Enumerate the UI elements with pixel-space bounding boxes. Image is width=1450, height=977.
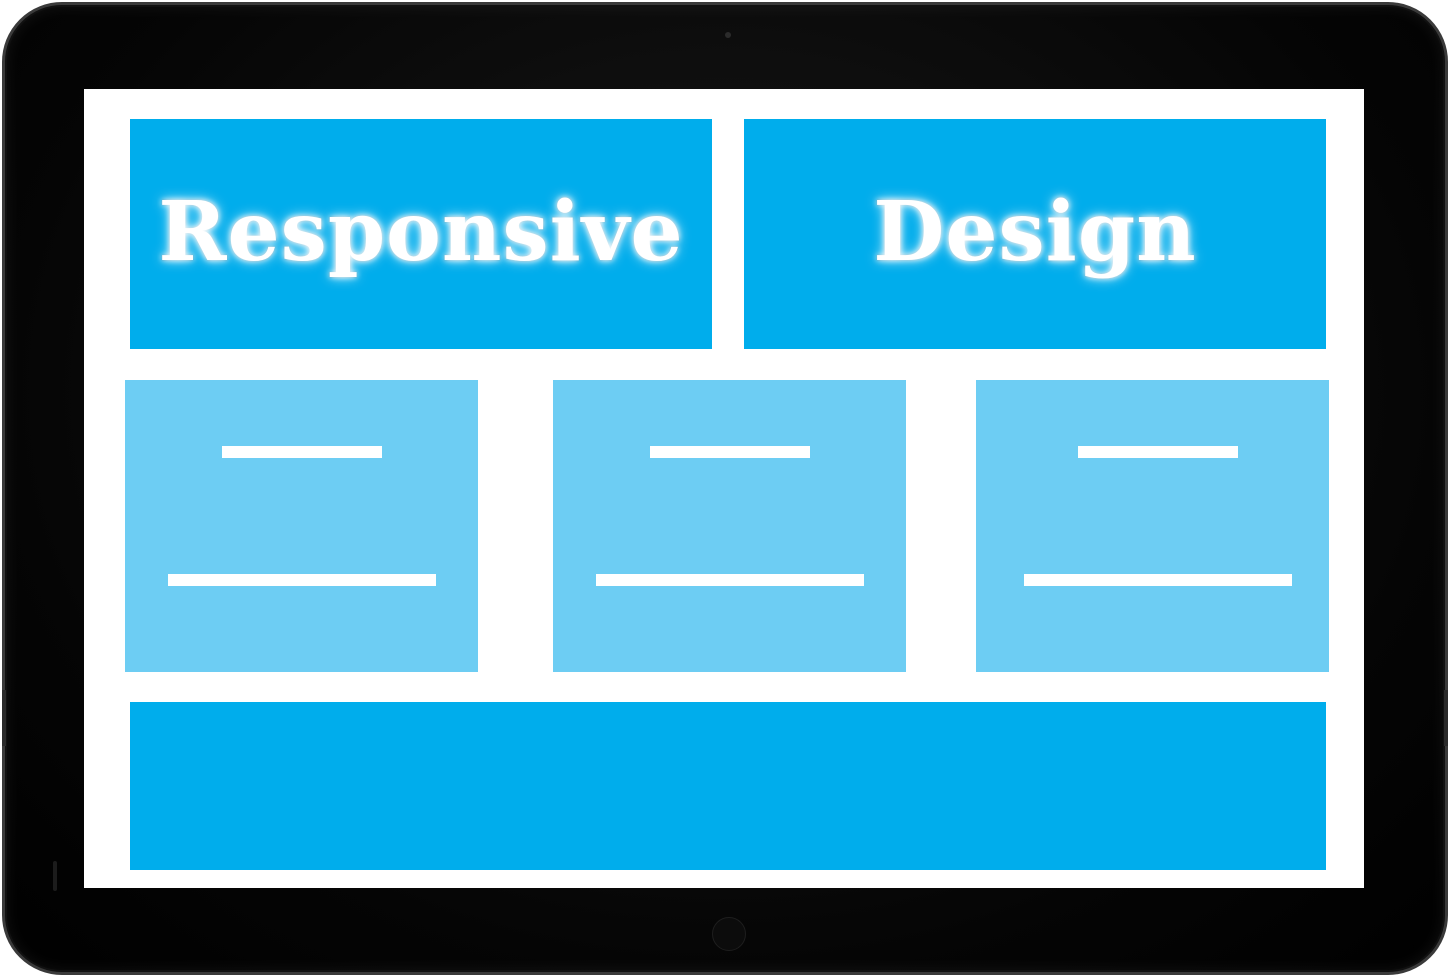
side-button-left <box>2 690 6 746</box>
hero-word-design: Design <box>873 184 1197 281</box>
card-text-line <box>1024 574 1292 586</box>
side-button-right <box>1444 690 1448 746</box>
content-card <box>553 380 906 672</box>
speaker-slot <box>53 861 57 891</box>
header-block-left: Responsive <box>130 119 712 349</box>
content-card <box>976 380 1329 672</box>
content-card <box>125 380 478 672</box>
camera-icon <box>725 32 731 38</box>
footer-block <box>130 702 1326 870</box>
header-block-right: Design <box>744 119 1326 349</box>
hero-word-responsive: Responsive <box>158 184 684 281</box>
tablet-screen: Responsive Design <box>84 89 1364 888</box>
card-heading-line <box>222 446 382 458</box>
card-text-line <box>168 574 436 586</box>
card-text-line <box>596 574 864 586</box>
card-heading-line <box>1078 446 1238 458</box>
card-heading-line <box>650 446 810 458</box>
home-button[interactable] <box>712 917 746 951</box>
